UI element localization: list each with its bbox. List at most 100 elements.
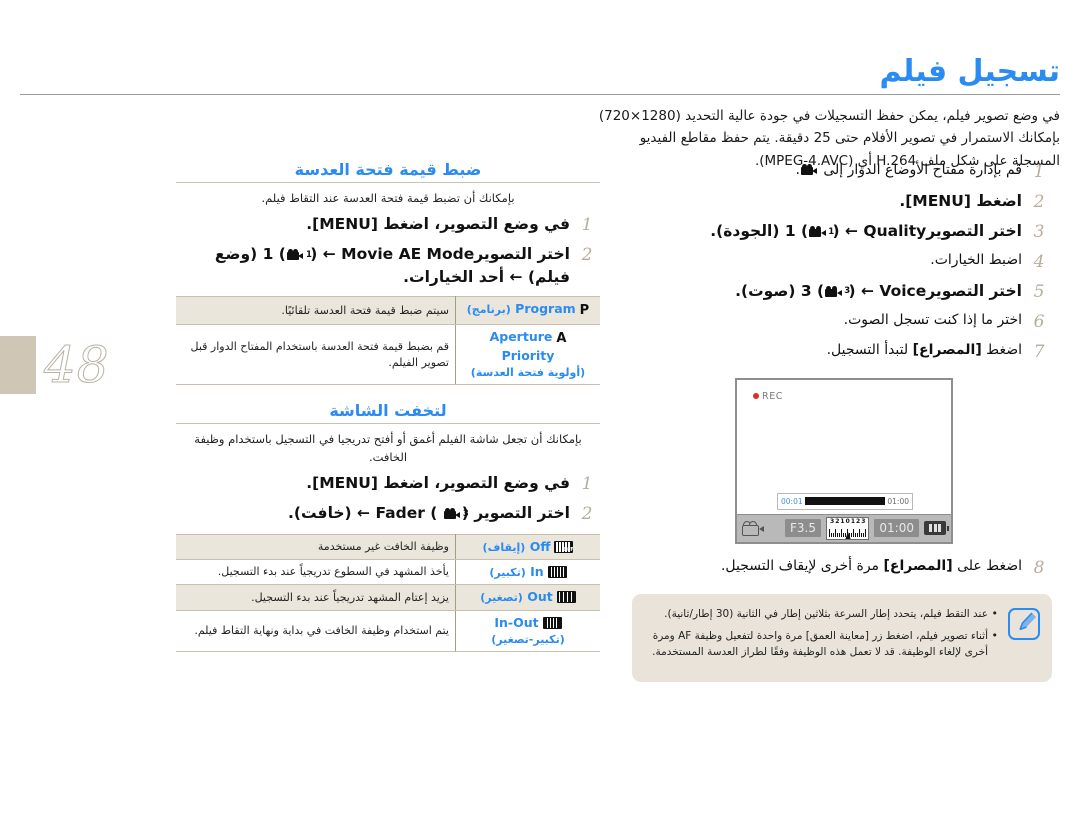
aperture-section: ضبط قيمة فتحة العدسة بإمكانك أن تضبط قيم… xyxy=(176,160,600,386)
option-name-cell: In-Out (تكبير-تصغير) xyxy=(455,609,600,653)
option-desc-cell: وظيفة الخافت غير مستخدمة xyxy=(176,533,456,561)
option-name-ar: (تكبير) xyxy=(489,566,526,580)
rec-indicator: REC xyxy=(753,391,783,402)
step-item: 2 اختر التصوير (3 ) ← Fader (خافت). xyxy=(176,502,600,526)
note-list: عند التقط فيلم، يتحدد إطار السرعة بثلاثي… xyxy=(646,604,998,661)
step-text-main: قم بإدارة مفتاح الأوضاع الدوار إلى xyxy=(823,162,1022,178)
note-pen-icon xyxy=(1008,607,1040,640)
fader-out-icon xyxy=(556,591,576,604)
option-name-cell: AAperture Priority (أولوية فتحة العدسة) xyxy=(455,324,600,386)
step-item: 1 قم بإدارة مفتاح الأوضاع الدوار إلى . xyxy=(632,160,1052,184)
intro-line-1: في وضع تصوير فيلم، يمكن حفظ التسجيلات في… xyxy=(598,108,1060,147)
step-text-tail: أحد الخيارات. xyxy=(403,267,505,286)
fader-in-icon xyxy=(547,566,567,579)
step-text: اختر التصوير1 (1 ) ← Quality (الجودة). xyxy=(710,221,1022,240)
step-number: 3 xyxy=(1033,221,1045,242)
step-text: في وضع التصوير، اضغط [MENU]. xyxy=(176,213,574,235)
option-name-cell: Off (إيقاف) xyxy=(455,533,600,561)
option-desc-cell: يتم استخدام وظيفة الخافت في بداية ونهاية… xyxy=(176,609,456,653)
option-name-ar: (تصغير) xyxy=(480,591,523,605)
step-number: 2 xyxy=(581,503,593,524)
progress-fill xyxy=(804,497,886,506)
menu-item-fader-ar: (خافت) xyxy=(293,503,352,522)
exposure-meter: 3 2 1 0 1 2 3 xyxy=(826,516,870,540)
aperture-priority-mode-icon: A xyxy=(556,331,567,347)
ev-tick-label: 2 xyxy=(835,517,840,525)
option-name-ar: (أولوية فتحة العدسة) xyxy=(470,366,586,380)
step-text-tail: . xyxy=(795,162,800,178)
shooting-tab-number: 3 xyxy=(800,281,812,300)
battery-full-icon xyxy=(924,521,949,536)
option-name-cell: PProgram (برنامج) xyxy=(455,296,600,326)
record-movie-steps-cont: 8 اضغط على [المصراع] مرة أخرى لإيقاف الت… xyxy=(632,556,1052,580)
remaining-time: 01:00 xyxy=(874,519,919,538)
step-text: في وضع التصوير، اضغط [MENU]. xyxy=(176,472,574,494)
record-movie-steps: 1 قم بإدارة مفتاح الأوضاع الدوار إلى . 2… xyxy=(632,160,1052,364)
step-text: اختر التصوير3 (3 ) ← Voice (صوت). xyxy=(735,281,1022,300)
option-name-en: In xyxy=(530,564,544,580)
ev-tick-label: 2 xyxy=(856,517,861,525)
option-name-ar: (إيقاف) xyxy=(482,540,526,554)
table-row: PProgram (برنامج) سيتم ضبط قيمة فتحة الع… xyxy=(176,296,600,326)
step-item: 5 اختر التصوير3 (3 ) ← Voice (صوت). xyxy=(632,280,1052,304)
ev-scale-numbers: 3 2 1 0 1 2 3 xyxy=(827,518,868,526)
step-number: 2 xyxy=(1033,191,1045,212)
step-text-main: في وضع التصوير، اضغط xyxy=(383,215,570,234)
ev-tick-label: 3 xyxy=(861,517,866,525)
recording-progress-bar: 00:01 01:00 xyxy=(777,492,913,510)
option-name-en: In-Out xyxy=(494,614,539,630)
menu-item-fader: Fader xyxy=(375,503,425,522)
elapsed-time: 00:01 xyxy=(781,496,803,506)
step-item: 7 اضغط [المصراع] لتبدأ التسجيل. xyxy=(632,340,1052,364)
shooting-tab-number: 1 xyxy=(784,221,796,240)
step-text-main: اضغط xyxy=(976,191,1022,210)
step-item: 2 اختر التصوير1 (1 ) ← Movie AE Mode (وض… xyxy=(176,243,600,288)
step-text: اضبط الخيارات. xyxy=(930,251,1022,268)
step-number: 1 xyxy=(581,473,593,494)
arrow-icon: ← xyxy=(845,221,859,240)
step-item: 8 اضغط على [المصراع] مرة أخرى لإيقاف الت… xyxy=(632,556,1052,580)
rec-label: REC xyxy=(762,390,784,402)
aperture-steps: 1 في وضع التصوير، اضغط [MENU]. 2 اختر ال… xyxy=(176,213,600,288)
movie-camera-icon-1: 1 xyxy=(286,249,312,261)
option-desc-cell: قم بضبط قيمة فتحة العدسة باستخدام المفتا… xyxy=(176,324,456,386)
page-header: تسجيل فيلم في وضع تصوير فيلم، يمكن حفظ ا… xyxy=(20,55,1060,172)
step-text: اختر التصوير (3 ) ← Fader (خافت). xyxy=(288,503,570,522)
menu-key-token: [MENU] xyxy=(905,191,971,210)
option-name-ar: (تكبير-تصغير) xyxy=(491,632,565,646)
shooting-tab-number: 1 xyxy=(262,245,274,264)
table-row: Off (إيقاف) وظيفة الخافت غير مستخدمة xyxy=(176,533,600,561)
step-text-main: اضغط xyxy=(986,341,1022,358)
option-name-cell: In (تكبير) xyxy=(455,559,600,586)
step-number: 5 xyxy=(1033,281,1045,302)
arrow-icon: ← xyxy=(861,281,875,300)
table-row: In (تكبير) يأخذ المشهد في السطوع تدريجيا… xyxy=(176,559,600,586)
step-text: اضغط [MENU]. xyxy=(632,190,1026,212)
note-box: عند التقط فيلم، يتحدد إطار السرعة بثلاثي… xyxy=(632,593,1052,682)
page-title: تسجيل فيلم xyxy=(879,54,1060,89)
shutter-key-token: [المصراع] xyxy=(883,557,953,574)
lcd-preview-wrapper: REC 00:01 01:00 F3.5 3 2 1 0 1 2 3 01:00 xyxy=(731,377,953,544)
step-item: 1 في وضع التصوير، اضغط [MENU]. xyxy=(176,472,600,496)
fader-section: لتخفت الشاشة بإمكانك أن تجعل شاشة الفيلم… xyxy=(176,401,600,653)
ev-needle-icon xyxy=(844,531,851,539)
step-number: 7 xyxy=(1033,341,1045,362)
menu-item-voice-ar: (صوت) xyxy=(740,281,796,300)
step-text-main: اختر التصوير xyxy=(926,221,1022,240)
step-number: 8 xyxy=(1033,557,1045,578)
menu-item-movie-ae-mode: Movie AE Mode xyxy=(341,245,475,264)
movie-camera-icon-3: 3 xyxy=(825,285,850,297)
step-text: اضغط على [المصراع] مرة أخرى لإيقاف التسج… xyxy=(632,556,1026,576)
movie-camera-icon-3: 3 xyxy=(443,507,469,519)
movie-camera-icon xyxy=(800,164,818,175)
step-text-main: في وضع التصوير، اضغط xyxy=(383,473,570,492)
ev-tick-label: 3 xyxy=(830,517,835,525)
fader-steps: 1 في وضع التصوير، اضغط [MENU]. 2 اختر ال… xyxy=(176,472,600,526)
option-name-ar: (برنامج) xyxy=(466,303,511,317)
option-name-cell: Out (تصغير) xyxy=(455,584,600,611)
note-item: عند التقط فيلم، يتحدد إطار السرعة بثلاثي… xyxy=(646,604,998,621)
table-row: In-Out (تكبير-تصغير) يتم استخدام وظيفة ا… xyxy=(176,609,600,653)
option-desc-cell: سيتم ضبط قيمة فتحة العدسة تلقائيًا. xyxy=(176,296,456,326)
option-desc-cell: يأخذ المشهد في السطوع تدريجياً عند بدء ا… xyxy=(176,559,456,586)
option-name-en: Aperture Priority xyxy=(489,329,555,363)
